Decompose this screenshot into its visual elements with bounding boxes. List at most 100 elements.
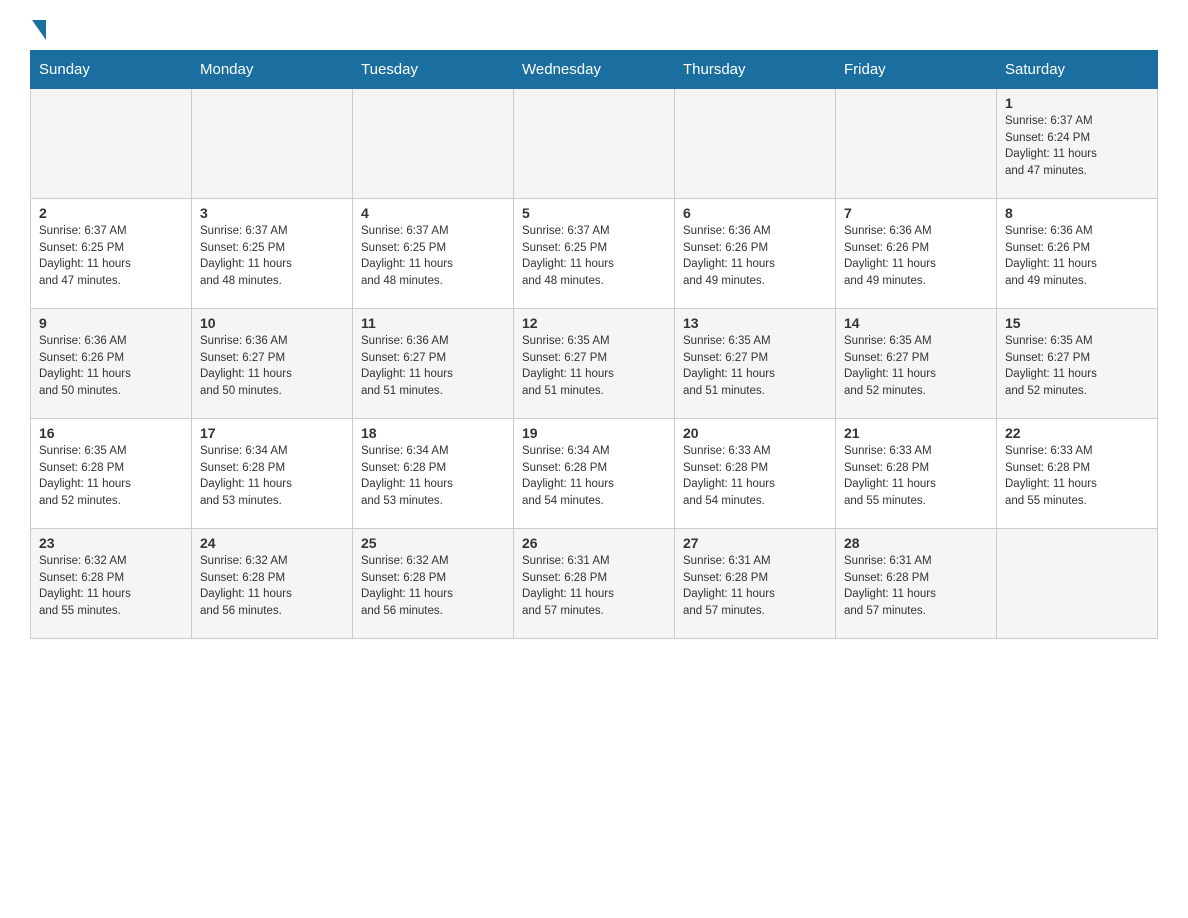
- weekday-header-monday: Monday: [192, 51, 353, 89]
- day-info: Sunrise: 6:35 AM Sunset: 6:27 PM Dayligh…: [522, 333, 666, 400]
- day-number: 16: [39, 425, 183, 441]
- calendar-week-row: 2 Sunrise: 6:37 AM Sunset: 6:25 PM Daylig…: [31, 199, 1158, 309]
- day-info: Sunrise: 6:31 AM Sunset: 6:28 PM Dayligh…: [844, 553, 988, 620]
- calendar-cell: 26 Sunrise: 6:31 AM Sunset: 6:28 PM Dayli…: [514, 529, 675, 639]
- calendar-cell: [192, 89, 353, 199]
- calendar-cell: [836, 89, 997, 199]
- day-number: 1: [1005, 95, 1149, 111]
- day-info: Sunrise: 6:33 AM Sunset: 6:28 PM Dayligh…: [1005, 443, 1149, 510]
- day-number: 7: [844, 205, 988, 221]
- calendar-cell: 22Sunrise: 6:33 AM Sunset: 6:28 PM Dayli…: [997, 419, 1158, 529]
- logo-text: [30, 20, 48, 40]
- calendar-cell: 17 Sunrise: 6:34 AM Sunset: 6:28 PM Dayli…: [192, 419, 353, 529]
- calendar-table: SundayMondayTuesdayWednesdayThursdayFrid…: [30, 50, 1158, 639]
- day-info: Sunrise: 6:37 AM Sunset: 6:25 PM Dayligh…: [200, 223, 344, 290]
- weekday-header-saturday: Saturday: [997, 51, 1158, 89]
- calendar-cell: 8Sunrise: 6:36 AM Sunset: 6:26 PM Daylig…: [997, 199, 1158, 309]
- day-number: 3: [200, 205, 344, 221]
- day-number: 26: [522, 535, 666, 551]
- day-number: 20: [683, 425, 827, 441]
- day-number: 27: [683, 535, 827, 551]
- calendar-cell: [353, 89, 514, 199]
- day-info: Sunrise: 6:37 AM Sunset: 6:25 PM Dayligh…: [361, 223, 505, 290]
- calendar-body: 1 Sunrise: 6:37 AM Sunset: 6:24 PM Daylig…: [31, 89, 1158, 639]
- calendar-week-row: 23 Sunrise: 6:32 AM Sunset: 6:28 PM Dayli…: [31, 529, 1158, 639]
- calendar-cell: 15 Sunrise: 6:35 AM Sunset: 6:27 PM Dayli…: [997, 309, 1158, 419]
- calendar-cell: 23 Sunrise: 6:32 AM Sunset: 6:28 PM Dayli…: [31, 529, 192, 639]
- calendar-cell: 10Sunrise: 6:36 AM Sunset: 6:27 PM Dayli…: [192, 309, 353, 419]
- calendar-cell: [514, 89, 675, 199]
- day-info: Sunrise: 6:37 AM Sunset: 6:25 PM Dayligh…: [39, 223, 183, 290]
- day-number: 21: [844, 425, 988, 441]
- day-info: Sunrise: 6:34 AM Sunset: 6:28 PM Dayligh…: [200, 443, 344, 510]
- day-number: 9: [39, 315, 183, 331]
- day-info: Sunrise: 6:34 AM Sunset: 6:28 PM Dayligh…: [522, 443, 666, 510]
- calendar-cell: 7 Sunrise: 6:36 AM Sunset: 6:26 PM Daylig…: [836, 199, 997, 309]
- day-info: Sunrise: 6:36 AM Sunset: 6:27 PM Dayligh…: [361, 333, 505, 400]
- day-number: 28: [844, 535, 988, 551]
- calendar-week-row: 16 Sunrise: 6:35 AM Sunset: 6:28 PM Dayli…: [31, 419, 1158, 529]
- calendar-cell: 20Sunrise: 6:33 AM Sunset: 6:28 PM Dayli…: [675, 419, 836, 529]
- calendar-cell: 13 Sunrise: 6:35 AM Sunset: 6:27 PM Dayli…: [675, 309, 836, 419]
- day-number: 17: [200, 425, 344, 441]
- day-info: Sunrise: 6:33 AM Sunset: 6:28 PM Dayligh…: [844, 443, 988, 510]
- calendar-cell: 21 Sunrise: 6:33 AM Sunset: 6:28 PM Dayli…: [836, 419, 997, 529]
- day-number: 19: [522, 425, 666, 441]
- day-number: 18: [361, 425, 505, 441]
- day-number: 12: [522, 315, 666, 331]
- calendar-cell: 4 Sunrise: 6:37 AM Sunset: 6:25 PM Daylig…: [353, 199, 514, 309]
- day-info: Sunrise: 6:35 AM Sunset: 6:27 PM Dayligh…: [844, 333, 988, 400]
- calendar-cell: 5 Sunrise: 6:37 AM Sunset: 6:25 PM Daylig…: [514, 199, 675, 309]
- calendar-cell: 2 Sunrise: 6:37 AM Sunset: 6:25 PM Daylig…: [31, 199, 192, 309]
- calendar-cell: 24 Sunrise: 6:32 AM Sunset: 6:28 PM Dayli…: [192, 529, 353, 639]
- day-number: 25: [361, 535, 505, 551]
- weekday-header-friday: Friday: [836, 51, 997, 89]
- day-number: 14: [844, 315, 988, 331]
- day-info: Sunrise: 6:35 AM Sunset: 6:28 PM Dayligh…: [39, 443, 183, 510]
- day-number: 5: [522, 205, 666, 221]
- day-info: Sunrise: 6:31 AM Sunset: 6:28 PM Dayligh…: [683, 553, 827, 620]
- calendar-week-row: 9 Sunrise: 6:36 AM Sunset: 6:26 PM Daylig…: [31, 309, 1158, 419]
- calendar-cell: 6 Sunrise: 6:36 AM Sunset: 6:26 PM Daylig…: [675, 199, 836, 309]
- calendar-cell: 28 Sunrise: 6:31 AM Sunset: 6:28 PM Dayli…: [836, 529, 997, 639]
- day-info: Sunrise: 6:32 AM Sunset: 6:28 PM Dayligh…: [200, 553, 344, 620]
- day-number: 2: [39, 205, 183, 221]
- calendar-cell: [31, 89, 192, 199]
- calendar-week-row: 1 Sunrise: 6:37 AM Sunset: 6:24 PM Daylig…: [31, 89, 1158, 199]
- day-info: Sunrise: 6:35 AM Sunset: 6:27 PM Dayligh…: [683, 333, 827, 400]
- day-info: Sunrise: 6:36 AM Sunset: 6:26 PM Dayligh…: [683, 223, 827, 290]
- calendar-cell: 3 Sunrise: 6:37 AM Sunset: 6:25 PM Daylig…: [192, 199, 353, 309]
- day-info: Sunrise: 6:36 AM Sunset: 6:26 PM Dayligh…: [844, 223, 988, 290]
- day-info: Sunrise: 6:36 AM Sunset: 6:27 PM Dayligh…: [200, 333, 344, 400]
- day-number: 4: [361, 205, 505, 221]
- day-info: Sunrise: 6:35 AM Sunset: 6:27 PM Dayligh…: [1005, 333, 1149, 400]
- day-number: 15: [1005, 315, 1149, 331]
- calendar-cell: 27 Sunrise: 6:31 AM Sunset: 6:28 PM Dayli…: [675, 529, 836, 639]
- calendar-cell: 11 Sunrise: 6:36 AM Sunset: 6:27 PM Dayli…: [353, 309, 514, 419]
- day-info: Sunrise: 6:31 AM Sunset: 6:28 PM Dayligh…: [522, 553, 666, 620]
- day-number: 24: [200, 535, 344, 551]
- page-header: [30, 20, 1158, 40]
- weekday-header-thursday: Thursday: [675, 51, 836, 89]
- calendar-header: SundayMondayTuesdayWednesdayThursdayFrid…: [31, 51, 1158, 89]
- day-number: 23: [39, 535, 183, 551]
- day-info: Sunrise: 6:37 AM Sunset: 6:24 PM Dayligh…: [1005, 113, 1149, 180]
- day-number: 11: [361, 315, 505, 331]
- day-info: Sunrise: 6:32 AM Sunset: 6:28 PM Dayligh…: [39, 553, 183, 620]
- calendar-cell: 9 Sunrise: 6:36 AM Sunset: 6:26 PM Daylig…: [31, 309, 192, 419]
- day-info: Sunrise: 6:32 AM Sunset: 6:28 PM Dayligh…: [361, 553, 505, 620]
- weekday-header-wednesday: Wednesday: [514, 51, 675, 89]
- calendar-cell: 16 Sunrise: 6:35 AM Sunset: 6:28 PM Dayli…: [31, 419, 192, 529]
- day-number: 6: [683, 205, 827, 221]
- day-info: Sunrise: 6:36 AM Sunset: 6:26 PM Dayligh…: [39, 333, 183, 400]
- weekday-header-row: SundayMondayTuesdayWednesdayThursdayFrid…: [31, 51, 1158, 89]
- weekday-header-tuesday: Tuesday: [353, 51, 514, 89]
- day-info: Sunrise: 6:37 AM Sunset: 6:25 PM Dayligh…: [522, 223, 666, 290]
- calendar-cell: 19 Sunrise: 6:34 AM Sunset: 6:28 PM Dayli…: [514, 419, 675, 529]
- weekday-header-sunday: Sunday: [31, 51, 192, 89]
- calendar-cell: 14 Sunrise: 6:35 AM Sunset: 6:27 PM Dayli…: [836, 309, 997, 419]
- logo: [30, 20, 48, 40]
- day-info: Sunrise: 6:36 AM Sunset: 6:26 PM Dayligh…: [1005, 223, 1149, 290]
- day-number: 13: [683, 315, 827, 331]
- logo-arrow-icon: [32, 20, 46, 40]
